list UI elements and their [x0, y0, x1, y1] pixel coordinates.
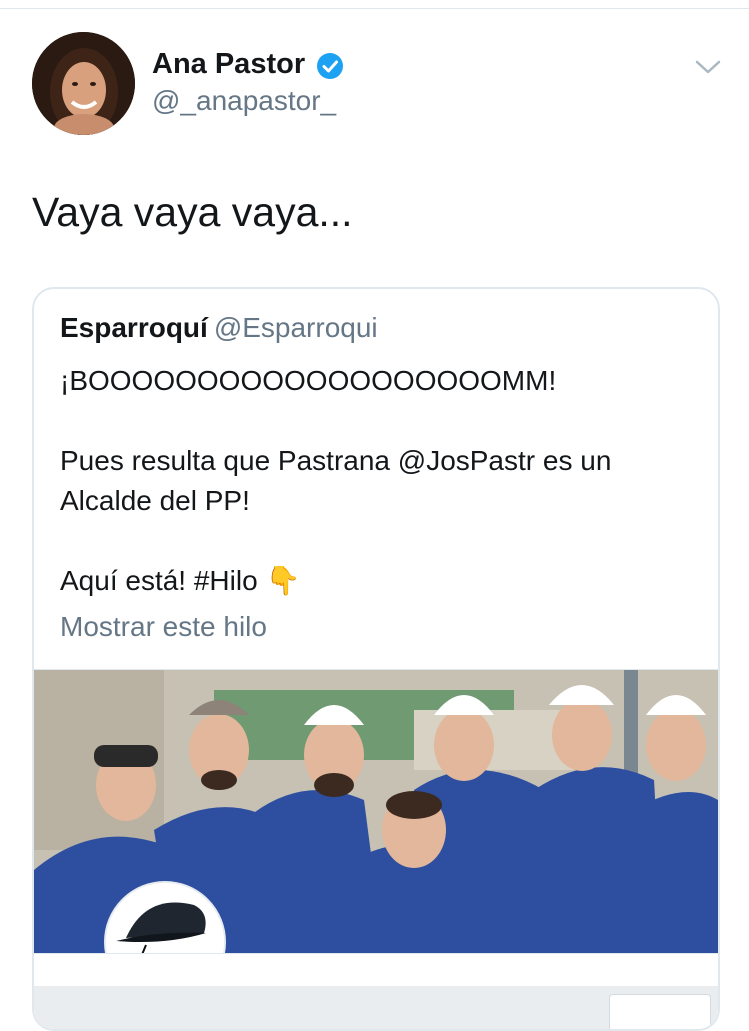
- author-avatar[interactable]: [32, 32, 135, 135]
- quoted-author-name: Esparroquí: [60, 312, 208, 343]
- author-handle[interactable]: @_anapastor_: [152, 84, 336, 118]
- quoted-line: ¡BOOOOOOOOOOOOOOOOOOOMM!: [60, 365, 557, 396]
- quoted-line: Aquí está! #Hilo 👇: [60, 565, 301, 596]
- next-card-button[interactable]: [609, 994, 711, 1029]
- quoted-tweet[interactable]: Esparroquí @Esparroqui ¡BOOOOOOOOOOOOOOOO…: [32, 287, 720, 1031]
- quoted-footer-area: [34, 953, 718, 1029]
- quoted-text: ¡BOOOOOOOOOOOOOOOOOOOMM! Pues resulta qu…: [60, 361, 700, 601]
- show-thread-link[interactable]: Mostrar este hilo: [60, 609, 267, 645]
- top-divider: [0, 8, 749, 9]
- quoted-line: Pues resulta que Pastrana @JosPastr es u…: [60, 445, 612, 476]
- quoted-header: Esparroquí @Esparroqui: [60, 311, 378, 345]
- author-name[interactable]: Ana Pastor: [152, 46, 305, 82]
- tweet-text: Vaya vaya vaya...: [32, 189, 353, 235]
- verified-badge-icon: [317, 53, 343, 79]
- quoted-author-handle: @Esparroqui: [213, 312, 378, 343]
- chevron-down-icon[interactable]: [694, 56, 722, 78]
- quoted-line: Alcalde del PP!: [60, 485, 250, 516]
